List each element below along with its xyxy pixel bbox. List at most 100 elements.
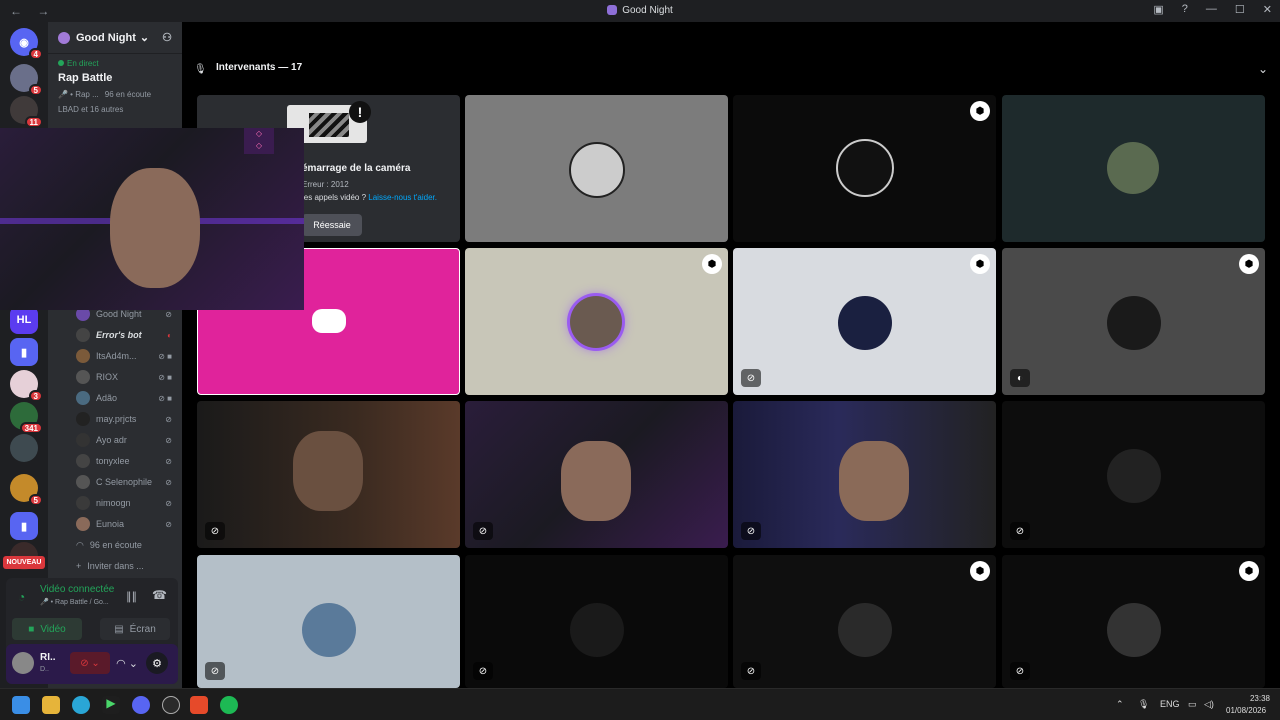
participant-tile[interactable] (465, 95, 728, 242)
video-person (110, 168, 200, 288)
avatar (302, 603, 356, 657)
member-item[interactable]: nimoogn ⊘ (76, 495, 176, 511)
alert-icon: ! (349, 101, 371, 123)
member-item[interactable]: Adão ⊘ ■ (76, 390, 176, 406)
participant-tile[interactable]: ⬢ ⊘ (1002, 555, 1265, 688)
mic-muted-icon: ⊘ (1010, 662, 1030, 680)
participant-tile[interactable]: ⊘ (1002, 401, 1265, 548)
headphones-button[interactable]: ◠ ⌄ (112, 652, 142, 674)
live-dot (58, 60, 64, 66)
language-indicator[interactable]: ENG (1160, 699, 1180, 709)
member-item[interactable]: Ayo adr ⊘ (76, 432, 176, 448)
guild-icon[interactable]: 11 (10, 96, 43, 128)
mic-muted-icon: ⊘ (205, 662, 225, 680)
screen-icon: ▤ (114, 623, 124, 635)
participant-tile[interactable]: ⬢ (733, 95, 996, 242)
avatar (570, 296, 622, 348)
network-icon[interactable]: ▭ (1188, 699, 1197, 710)
video-tile[interactable]: ⊘ (197, 401, 460, 548)
participant-tile[interactable]: ⬢ ⊘ (733, 555, 996, 688)
guild-icon[interactable]: 341 (10, 402, 43, 434)
video-button[interactable]: ■ Vidéo (12, 618, 82, 640)
mic-icon[interactable]: 🎙 (1138, 699, 1149, 710)
participant-tile[interactable]: ⬢ (465, 248, 728, 395)
screen-share-button[interactable]: ▤ Écran (100, 618, 170, 640)
folder-icon[interactable]: ▮ (10, 512, 38, 540)
stage-area: 🎙 Intervenants — 17 ⌄ ! émarrage de la c… (182, 22, 1280, 688)
server-header[interactable]: Good Night ⌄ ⚇ (48, 22, 182, 54)
invite-row[interactable]: + Inviter dans ... (76, 558, 176, 574)
discord-logo-icon (312, 309, 346, 333)
inbox-icon[interactable]: ▣ (1153, 3, 1163, 16)
minimize-button[interactable]: — (1206, 3, 1217, 16)
participant-tile[interactable] (1002, 95, 1265, 242)
folder-icon[interactable]: ▮ (10, 338, 38, 366)
guild-icon[interactable]: 5 (10, 64, 43, 96)
guild-icon[interactable]: 5 (10, 474, 43, 506)
add-member-icon[interactable]: ⚇ (162, 31, 172, 44)
participant-tile[interactable]: ⬢ ◐ (1002, 248, 1265, 395)
avatar (76, 370, 90, 384)
discord-taskbar-icon[interactable] (132, 696, 150, 714)
volume-icon[interactable]: ◁) (1204, 699, 1214, 710)
avatar (76, 328, 90, 342)
app-icon[interactable] (162, 696, 180, 714)
member-item[interactable]: ItsAd4m... ⊘ ■ (76, 348, 176, 364)
username: RI.. (40, 652, 56, 663)
close-button[interactable]: ✕ (1263, 3, 1272, 16)
maximize-button[interactable]: ☐ (1235, 3, 1245, 16)
title-bar: ← → Good Night ▣ ? — ☐ ✕ (0, 0, 1280, 22)
soundboard-icon[interactable]: ∥∥ (126, 590, 137, 603)
windows-start-icon[interactable] (12, 696, 30, 714)
guild-icon[interactable] (10, 434, 38, 462)
guild-icon[interactable]: HL (10, 306, 38, 334)
edge-icon[interactable] (72, 696, 90, 714)
camera-error-help: les appels vidéo ? Laisse-nous t'aider. (302, 193, 437, 202)
avatar[interactable] (12, 652, 34, 674)
member-item[interactable]: C Selenophile ⊘ (76, 474, 176, 490)
badge: 4 (28, 48, 43, 60)
user-panel: RI.. D.. ⊘ ⌄ ◠ ⌄ ⚙ (6, 644, 178, 684)
spotify-icon[interactable] (220, 696, 238, 714)
help-link[interactable]: Laisse-nous t'aider. (368, 193, 437, 202)
mic-muted-icon: ⊘ (165, 435, 172, 445)
avatar (76, 391, 90, 405)
participant-tile[interactable]: ⬢ ⊘ (733, 248, 996, 395)
member-item[interactable]: RIOX ⊘ ■ (76, 369, 176, 385)
guild-icon[interactable]: 3 (10, 370, 43, 402)
clock-date[interactable]: 01/08/2026 (1226, 706, 1266, 715)
settings-gear-icon[interactable]: ⚙ (146, 652, 168, 674)
brave-icon[interactable] (190, 696, 208, 714)
help-icon[interactable]: ? (1182, 3, 1188, 16)
chevron-up-icon[interactable]: ⌃ (1116, 699, 1124, 710)
video-tile[interactable]: ⊘ (465, 401, 728, 548)
close-icon[interactable]: ✕ (258, 128, 266, 129)
participant-tile[interactable]: ⊘ (465, 555, 728, 688)
member-item[interactable]: Eunoia ⊘ (76, 516, 176, 532)
file-explorer-icon[interactable] (42, 696, 60, 714)
listeners-count: 96 en écoute (104, 90, 152, 99)
mic-muted-button[interactable]: ⊘ ⌄ (70, 652, 110, 674)
video-person (293, 431, 363, 511)
disconnect-icon[interactable]: ☎ (152, 588, 167, 602)
member-item[interactable]: may.prjcts ⊘ (76, 411, 176, 427)
discord-home-icon[interactable]: ◉ 4 (10, 28, 43, 60)
windows-taskbar: ▶ ⌃ 🎙 ENG ▭ ◁) 23:38 01/08/2026 (0, 688, 1280, 720)
participant-tile[interactable]: ⊘ (197, 555, 460, 688)
member-item[interactable]: tonyxlee ⊘ (76, 453, 176, 469)
member-item[interactable]: Error's bot ◐ (76, 327, 176, 343)
live-channel-name: Rap Battle (58, 72, 113, 84)
clock-time[interactable]: 23:38 (1238, 694, 1270, 703)
signal-icon: ◔ (18, 590, 26, 604)
retry-button[interactable]: Réessaie (302, 214, 362, 236)
self-video-popout[interactable]: ◇◇ ✕ (0, 128, 304, 310)
video-tile[interactable]: ⊘ (733, 401, 996, 548)
shield-icon: ⬢ (1239, 561, 1259, 581)
live-stage-card[interactable]: En direct Rap Battle 🎤 • Rap ... 96 en éc… (48, 55, 182, 127)
window-title: Good Night (0, 5, 1280, 16)
deafened-icon: ◐ (1010, 369, 1030, 387)
media-player-icon[interactable]: ▶ (102, 696, 120, 714)
listeners-row[interactable]: ◠ 96 en écoute (76, 537, 176, 553)
chevron-down-icon[interactable]: ⌄ (1258, 62, 1268, 76)
voice-channel[interactable]: 🎤 • Rap Battle / Go... (40, 598, 109, 606)
